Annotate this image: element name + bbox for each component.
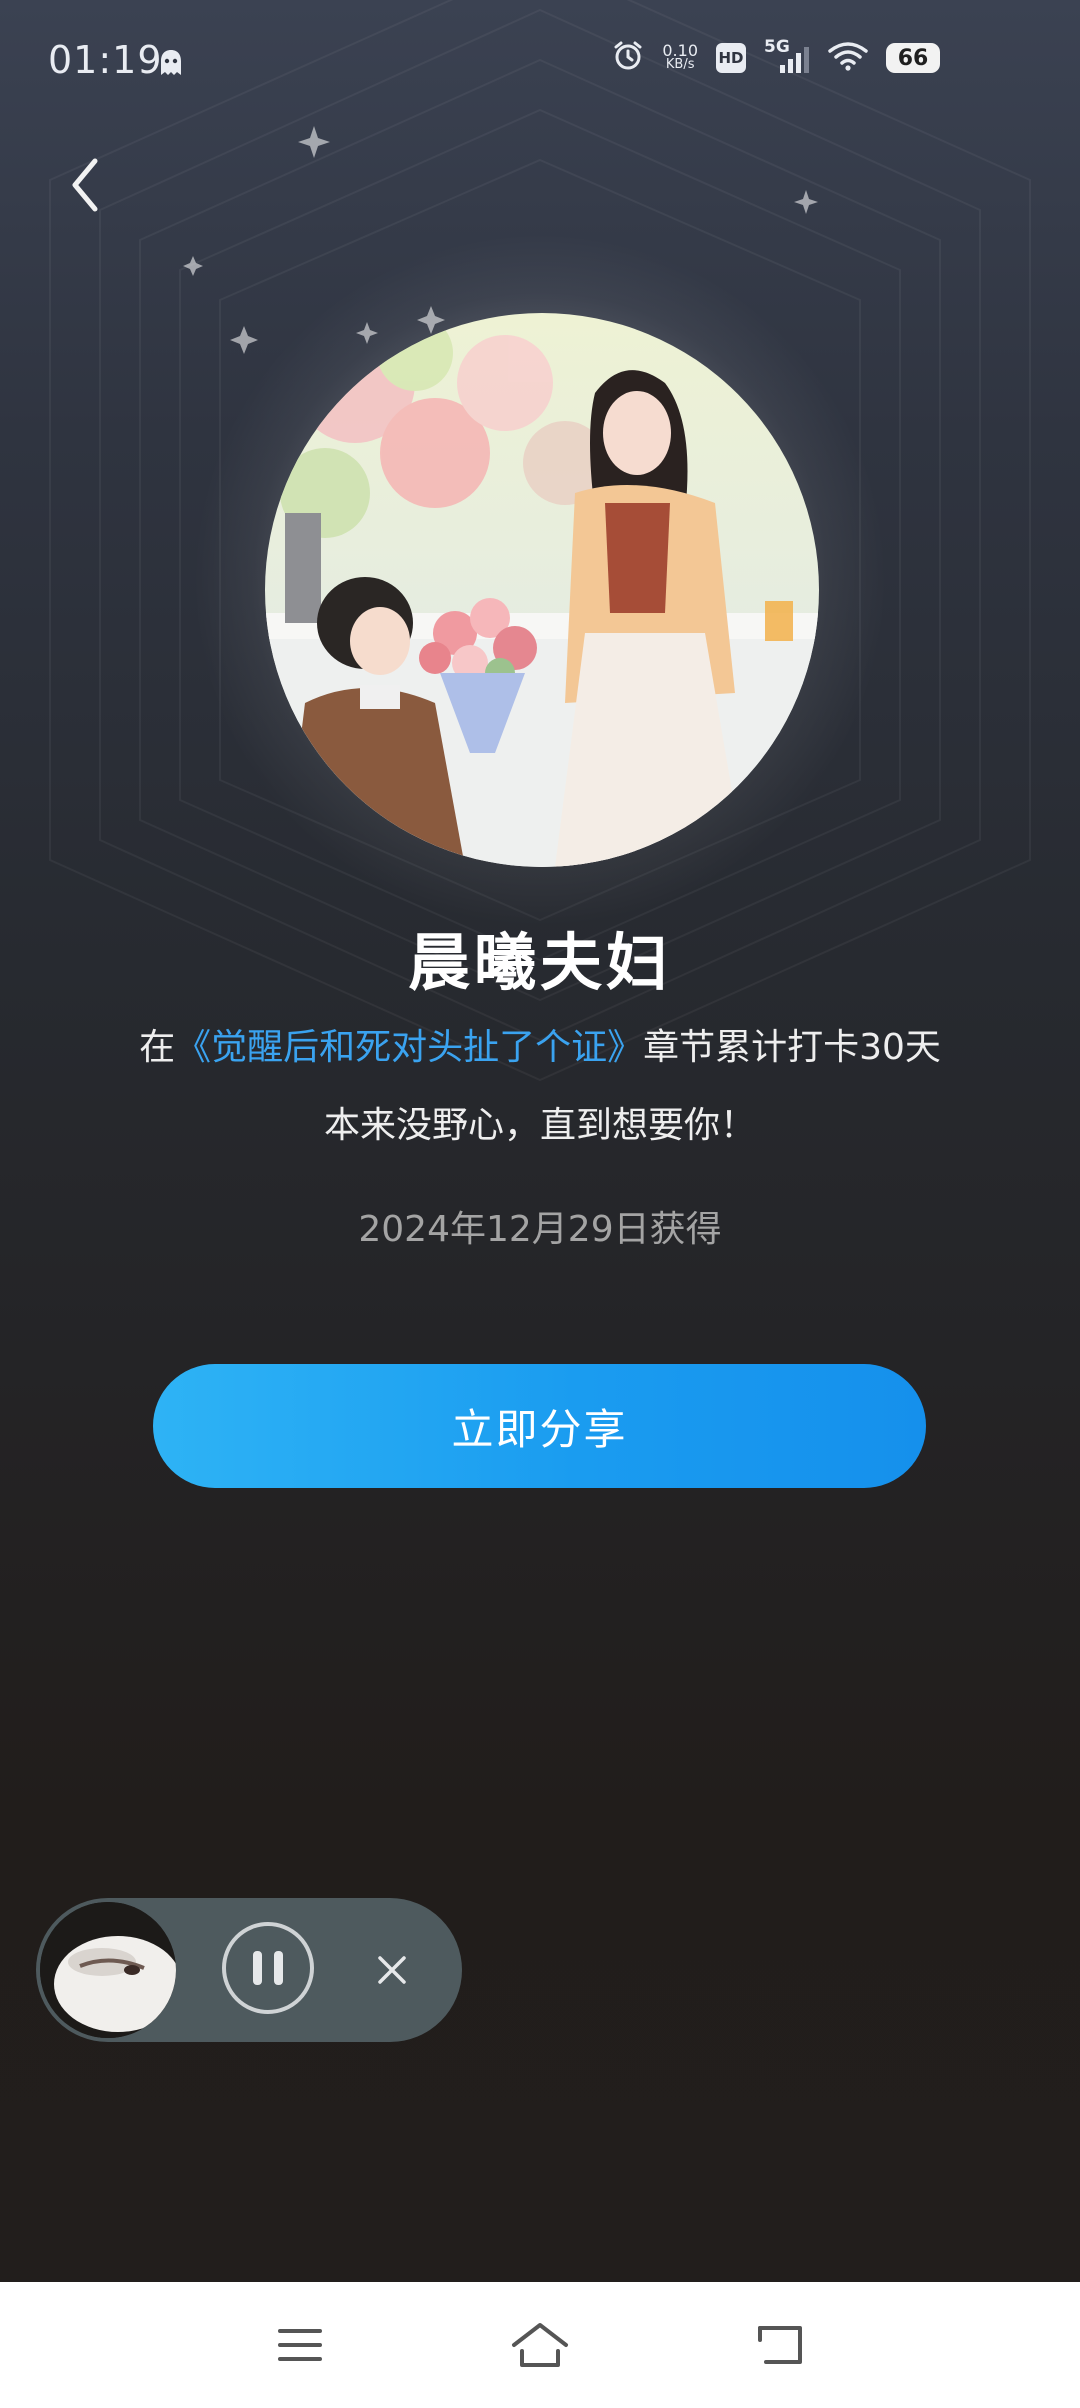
status-icons: 0.10 KB/s HD 5G 66 (612, 37, 940, 76)
back-button[interactable] (48, 140, 120, 230)
battery-icon: 66 (886, 43, 940, 73)
net-speed: 0.10 KB/s (662, 41, 698, 72)
back-icon (758, 2326, 802, 2364)
net-speed-unit: KB/s (665, 57, 695, 72)
mini-player (36, 1898, 462, 2042)
nav-menu-button[interactable] (260, 2310, 340, 2380)
close-icon (378, 1956, 406, 1984)
player-cover-art[interactable] (40, 1902, 176, 2038)
close-player-button[interactable] (362, 1940, 422, 2000)
pause-icon (253, 1951, 262, 1985)
badge-title: 晨曦夫妇 (407, 926, 672, 999)
share-button[interactable]: 立即分享 (153, 1364, 926, 1488)
menu-icon (278, 2329, 322, 2361)
home-icon (512, 2323, 568, 2367)
desc-prefix: 在 (139, 1027, 176, 1068)
system-nav-bar (0, 2282, 1080, 2408)
book-link[interactable]: 《觉醒后和死对头扯了个证》 (175, 1027, 643, 1068)
badge-date: 2024年12月29日获得 (358, 1209, 722, 1250)
net-speed-value: 0.10 (662, 41, 698, 60)
badge-quote: 本来没野心，直到想要你！ (323, 1105, 756, 1146)
wifi-icon (828, 41, 868, 75)
desc-suffix: 章节累计打卡30天 (643, 1027, 941, 1068)
ghost-icon (158, 48, 184, 82)
signal-5g-icon: 5G (764, 37, 810, 75)
badge-description: 在《觉醒后和死对头扯了个证》章节累计打卡30天 (0, 1018, 1080, 1070)
chevron-left-icon (72, 158, 98, 212)
alarm-icon (612, 40, 644, 76)
pause-button[interactable] (222, 1922, 314, 2014)
hd-icon: HD (716, 43, 746, 73)
pause-icon-bar (274, 1951, 283, 1985)
status-bar: 01:19 0.10 KB/s HD 5G 66 (0, 0, 1080, 128)
nav-home-button[interactable] (500, 2310, 580, 2380)
badge-illustration (265, 313, 819, 867)
status-time: 01:19 (48, 38, 163, 82)
nav-back-button[interactable] (740, 2310, 820, 2380)
